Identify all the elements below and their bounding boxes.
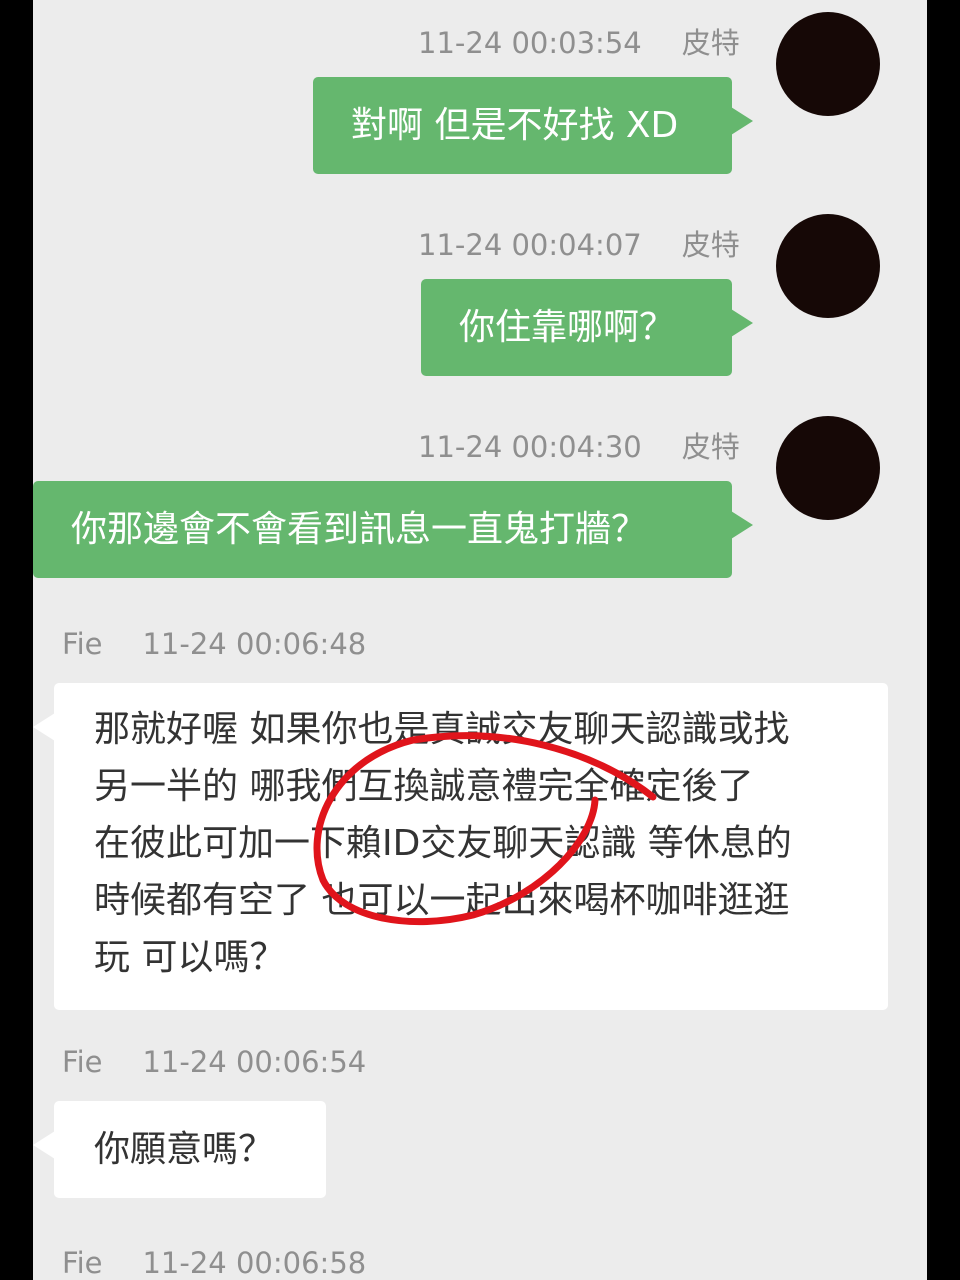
message-bubble-outgoing[interactable]: 你住靠哪啊？	[421, 279, 753, 376]
message-line: 時候都有空了 也可以一起出來喝杯咖啡逛逛	[94, 880, 790, 921]
message-timestamp: 11-24 00:06:58	[142, 1246, 367, 1280]
message-meta: 11-24 00:04:07 皮特	[418, 222, 740, 264]
avatar[interactable]	[776, 416, 880, 520]
message-bubble-incoming[interactable]: 那就好喔 如果你也是真誠交友聊天認識或找 另一半的 哪我們互換誠意禮完全確定後了…	[33, 683, 888, 1010]
sender-name: Fie	[62, 1045, 103, 1079]
message-bubble-outgoing[interactable]: 對啊 但是不好找 XD	[313, 77, 753, 174]
message-line: 另一半的 哪我們互換誠意禮完全確定後了	[94, 766, 754, 807]
message-timestamp: 11-24 00:06:54	[142, 1045, 367, 1079]
sender-name: Fie	[62, 627, 103, 661]
message-bubble-incoming[interactable]: 你願意嗎？	[33, 1101, 326, 1198]
message-timestamp: 11-24 00:04:07	[418, 228, 642, 262]
sender-name: 皮特	[681, 430, 740, 464]
message-bubble-outgoing[interactable]: 你那邊會不會看到訊息一直鬼打牆？	[33, 481, 753, 578]
message-meta: Fie 11-24 00:06:58	[62, 1246, 366, 1280]
message-line: 玩 可以嗎？	[94, 937, 286, 978]
message-meta: 11-24 00:04:30 皮特	[418, 424, 740, 466]
message-meta: Fie 11-24 00:06:54	[62, 1045, 366, 1079]
message-timestamp: 11-24 00:03:54	[418, 26, 642, 60]
message-meta: Fie 11-24 00:06:48	[62, 627, 366, 661]
avatar[interactable]	[776, 12, 880, 116]
avatar[interactable]	[776, 214, 880, 318]
message-line: 那就好喔 如果你也是真誠交友聊天認識或找	[94, 709, 790, 750]
message-meta: 11-24 00:03:54 皮特	[418, 20, 740, 62]
sender-name: Fie	[62, 1246, 103, 1280]
message-timestamp: 11-24 00:04:30	[418, 430, 642, 464]
message-line: 在彼此可加一下賴ID交友聊天認識 等休息的	[94, 823, 792, 864]
sender-name: 皮特	[681, 228, 740, 262]
message-timestamp: 11-24 00:06:48	[142, 627, 367, 661]
chat-panel[interactable]: 11-24 00:03:54 皮特 對啊 但是不好找 XD 11-24 00:04…	[33, 0, 927, 1280]
sender-name: 皮特	[681, 26, 740, 60]
